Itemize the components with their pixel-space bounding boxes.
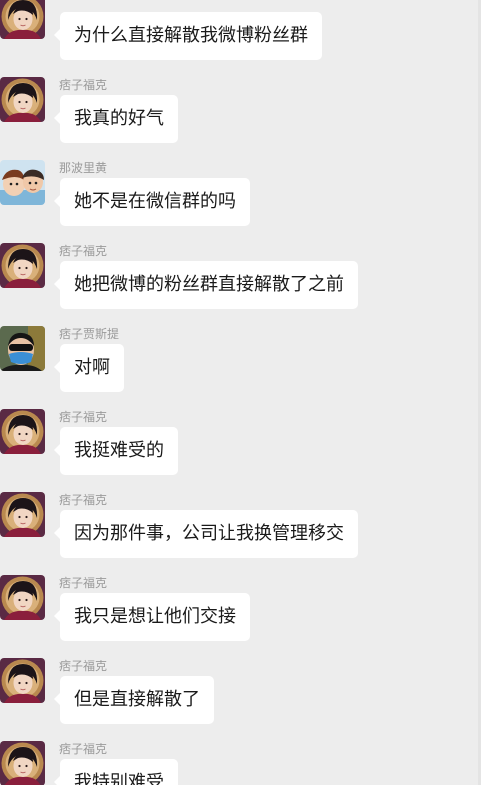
sender-name: 痞子福克 <box>59 78 108 92</box>
message-bubble[interactable]: 我真的好气 <box>54 95 178 143</box>
message-row: 为什么直接解散我微博粉丝群 <box>0 0 481 77</box>
message-row: 痞子福克我只是想让他们交接 <box>0 575 481 658</box>
portrait-icon <box>0 243 45 288</box>
sender-name: 痞子福克 <box>59 244 108 258</box>
message-row: 痞子福克因为那件事，公司让我换管理移交 <box>0 492 481 575</box>
portrait-icon <box>0 741 45 785</box>
sender-name: 那波里黄 <box>59 161 108 175</box>
portrait-icon <box>0 0 45 39</box>
message-row: 痞子福克她把微博的粉丝群直接解散了之前 <box>0 243 481 326</box>
message-bubble[interactable]: 为什么直接解散我微博粉丝群 <box>54 12 322 60</box>
avatar[interactable] <box>0 326 45 371</box>
message-bubble[interactable]: 我特别难受 <box>54 759 178 785</box>
sender-name: 痞子福克 <box>59 742 108 756</box>
masked-face-icon <box>0 326 45 371</box>
message-bubble[interactable]: 因为那件事，公司让我换管理移交 <box>54 510 358 558</box>
message-bubble[interactable]: 但是直接解散了 <box>54 676 214 724</box>
portrait-icon <box>0 575 45 620</box>
avatar[interactable] <box>0 575 45 620</box>
portrait-icon <box>0 77 45 122</box>
portrait-icon <box>0 409 45 454</box>
avatar[interactable] <box>0 160 45 205</box>
message-row: 痞子福克我挺难受的 <box>0 409 481 492</box>
message-bubble[interactable]: 我只是想让他们交接 <box>54 593 250 641</box>
sender-name: 痞子贾斯提 <box>59 327 120 341</box>
avatar[interactable] <box>0 492 45 537</box>
cartoon-icon <box>0 160 45 205</box>
message-row: 痞子福克我真的好气 <box>0 77 481 160</box>
avatar[interactable] <box>0 0 45 39</box>
message-bubble[interactable]: 我挺难受的 <box>54 427 178 475</box>
message-row: 那波里黄她不是在微信群的吗 <box>0 160 481 243</box>
sender-name: 痞子福克 <box>59 493 108 507</box>
avatar[interactable] <box>0 658 45 703</box>
sender-name: 痞子福克 <box>59 576 108 590</box>
sender-name: 痞子福克 <box>59 659 108 673</box>
message-bubble[interactable]: 对啊 <box>54 344 124 392</box>
chat-message-list[interactable]: 为什么直接解散我微博粉丝群 痞子福克 我真的好气 那波里黄 她不是在微信群的吗 痞子福克她… <box>0 0 481 785</box>
avatar[interactable] <box>0 243 45 288</box>
message-row: 痞子贾斯提 对啊 <box>0 326 481 409</box>
sender-name: 痞子福克 <box>59 410 108 424</box>
message-bubble[interactable]: 她把微博的粉丝群直接解散了之前 <box>54 261 358 309</box>
message-bubble[interactable]: 她不是在微信群的吗 <box>54 178 250 226</box>
portrait-icon <box>0 658 45 703</box>
message-row: 痞子福克我特别难受 <box>0 741 481 785</box>
avatar[interactable] <box>0 77 45 122</box>
avatar[interactable] <box>0 741 45 785</box>
message-row: 痞子福克但是直接解散了 <box>0 658 481 741</box>
avatar[interactable] <box>0 409 45 454</box>
portrait-icon <box>0 492 45 537</box>
